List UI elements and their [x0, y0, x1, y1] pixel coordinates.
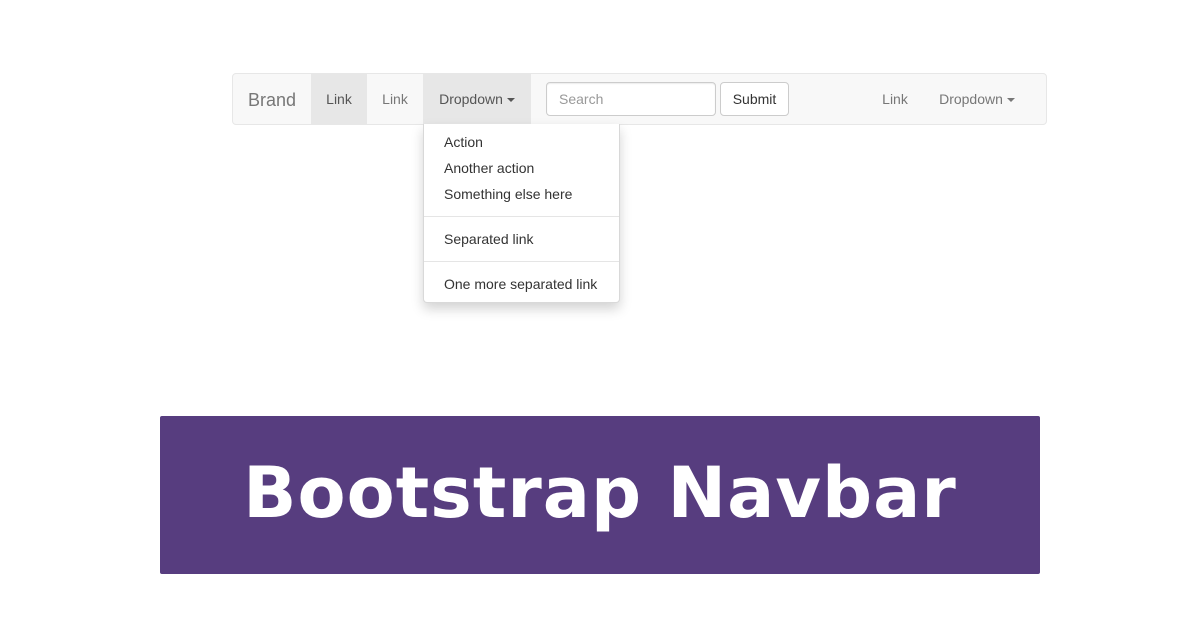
- title-banner: Bootstrap Navbar: [160, 416, 1040, 574]
- nav-right-dropdown-toggle[interactable]: Dropdown: [923, 74, 1031, 124]
- dropdown-menu: Action Another action Something else her…: [423, 124, 620, 303]
- menu-divider: [424, 261, 619, 262]
- nav-link[interactable]: Link: [367, 74, 423, 124]
- nav-link-label: Link: [326, 91, 352, 107]
- menu-divider: [424, 216, 619, 217]
- submit-button[interactable]: Submit: [720, 82, 789, 116]
- banner-title: Bootstrap Navbar: [243, 452, 957, 534]
- nav-link-label: Link: [882, 91, 908, 107]
- menu-item-separated-link[interactable]: Separated link: [424, 226, 619, 252]
- nav-link-active[interactable]: Link: [311, 74, 367, 124]
- nav-right-link[interactable]: Link: [867, 74, 923, 124]
- search-input[interactable]: [546, 82, 716, 116]
- menu-item-one-more-separated-link[interactable]: One more separated link: [424, 271, 619, 297]
- menu-item-action[interactable]: Action: [424, 129, 619, 155]
- caret-down-icon: [1006, 98, 1015, 103]
- nav-link-label: Link: [382, 91, 408, 107]
- navbar-brand[interactable]: Brand: [248, 74, 296, 124]
- nav-dropdown-toggle[interactable]: Dropdown: [423, 74, 531, 124]
- navbar: Brand Link Link Dropdown Submit Link Dro…: [232, 73, 1047, 125]
- nav-dropdown-label: Dropdown: [939, 91, 1003, 107]
- nav-dropdown-label: Dropdown: [439, 91, 503, 107]
- menu-item-another-action[interactable]: Another action: [424, 155, 619, 181]
- menu-item-something-else[interactable]: Something else here: [424, 181, 619, 207]
- caret-down-icon: [506, 98, 515, 103]
- page: Brand Link Link Dropdown Submit Link Dro…: [0, 0, 1200, 628]
